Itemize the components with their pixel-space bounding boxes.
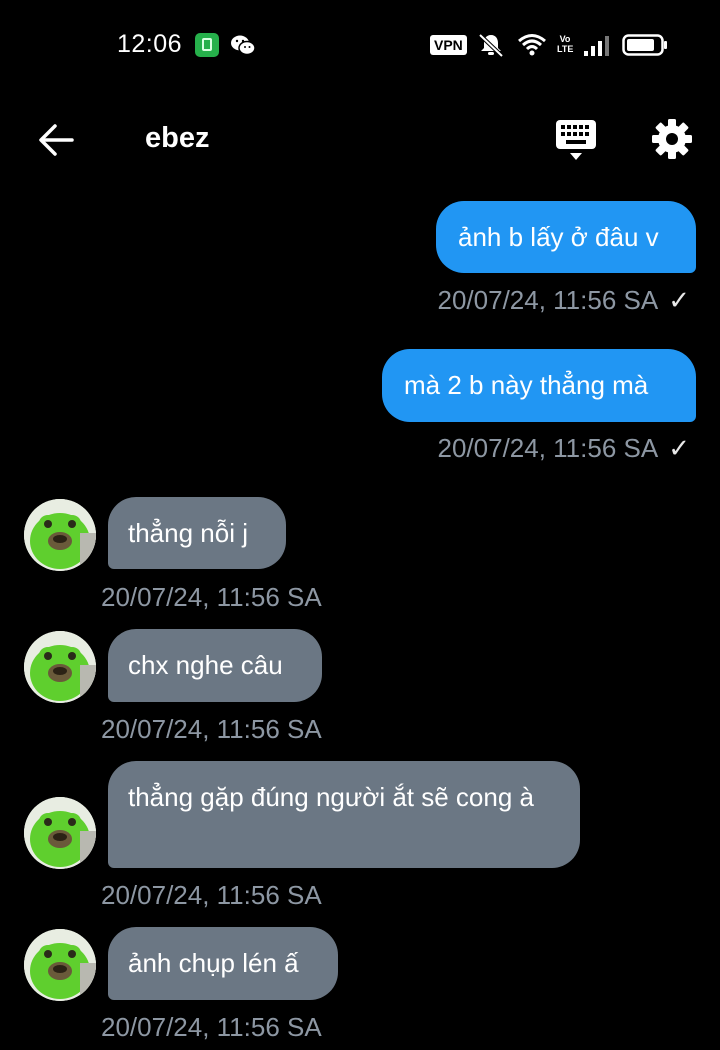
message-timestamp: 20/07/24, 11:56 SA <box>101 714 322 745</box>
keyboard-icon[interactable] <box>555 118 597 162</box>
message-text: chx nghe câu <box>128 650 283 680</box>
message-timestamp: 20/07/24, 11:56 SA <box>101 880 322 911</box>
message-bubble-incoming[interactable]: thẳng gặp đúng người ắt sẽ cong à <box>108 761 580 868</box>
read-check-icon: ✓ <box>668 433 690 463</box>
message-text: ảnh chụp lén ấ <box>128 948 299 978</box>
status-bar: 12:06 VPN Vo LTE <box>0 0 720 90</box>
avatar[interactable] <box>24 797 96 869</box>
message-timestamp: 20/07/24, 11:56 SA <box>101 1012 322 1043</box>
battery-icon <box>622 34 667 56</box>
chat-header: ebez <box>0 100 720 180</box>
timestamp-text: 20/07/24, 11:56 SA <box>437 285 659 315</box>
timestamp-text: 20/07/24, 11:56 SA <box>437 433 659 463</box>
message-timestamp: 20/07/24, 11:56 SA ✓ <box>438 285 691 316</box>
notification-app-icon <box>195 33 219 57</box>
gear-icon[interactable] <box>651 118 693 160</box>
timestamp-text: 20/07/24, 11:56 SA <box>101 582 322 612</box>
signal-icon <box>584 36 609 56</box>
bell-muted-icon <box>478 33 504 58</box>
message-text: thẳng nỗi j <box>128 518 248 548</box>
read-check-icon: ✓ <box>668 285 690 315</box>
avatar[interactable] <box>24 631 96 703</box>
wifi-icon <box>518 34 546 56</box>
message-timestamp: 20/07/24, 11:56 SA <box>101 582 322 613</box>
volte-bottom-label: LTE <box>557 44 574 54</box>
message-text: ảnh b lấy ở đâu v <box>458 222 659 252</box>
chat-title: ebez <box>145 122 210 154</box>
volte-icon: Vo LTE <box>557 34 573 56</box>
back-arrow-icon[interactable] <box>36 120 76 160</box>
frog-avatar-icon <box>24 797 96 869</box>
status-time: 12:06 <box>117 30 183 58</box>
vpn-badge: VPN <box>430 35 467 55</box>
message-bubble-incoming[interactable]: chx nghe câu <box>108 629 322 702</box>
timestamp-text: 20/07/24, 11:56 SA <box>101 1012 322 1042</box>
message-bubble-outgoing[interactable]: ảnh b lấy ở đâu v <box>436 201 696 273</box>
timestamp-text: 20/07/24, 11:56 SA <box>101 880 322 910</box>
frog-avatar-icon <box>24 631 96 703</box>
message-text: thẳng gặp đúng người ắt sẽ cong à <box>128 782 534 812</box>
timestamp-text: 20/07/24, 11:56 SA <box>101 714 322 744</box>
message-timestamp: 20/07/24, 11:56 SA ✓ <box>438 433 691 464</box>
message-text: mà 2 b này thẳng mà <box>404 370 649 400</box>
avatar[interactable] <box>24 499 96 571</box>
message-bubble-incoming[interactable]: thẳng nỗi j <box>108 497 286 569</box>
frog-avatar-icon <box>24 499 96 571</box>
message-bubble-outgoing[interactable]: mà 2 b này thẳng mà <box>382 349 696 422</box>
avatar[interactable] <box>24 929 96 1001</box>
frog-avatar-icon <box>24 929 96 1001</box>
volte-top-label: Vo <box>559 34 571 44</box>
message-bubble-incoming[interactable]: ảnh chụp lén ấ <box>108 927 338 1000</box>
wechat-icon <box>231 35 256 56</box>
